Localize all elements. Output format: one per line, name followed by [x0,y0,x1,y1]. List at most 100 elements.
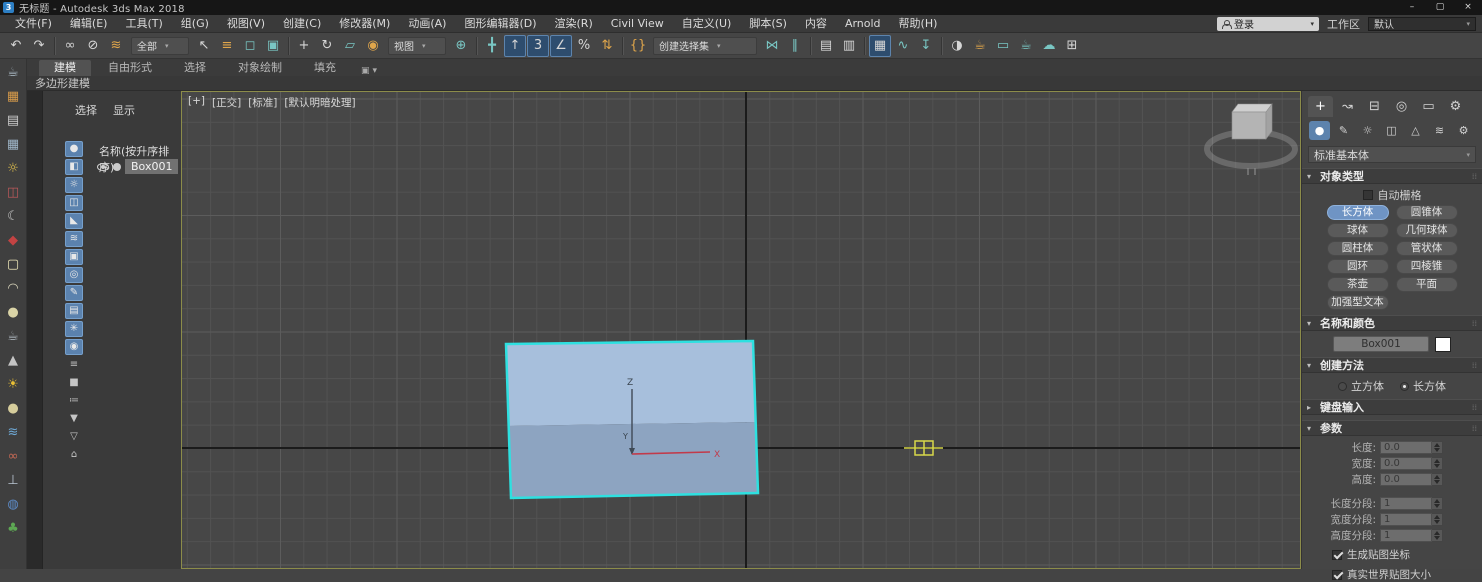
toggle-ribbon-button[interactable]: ▦ [869,35,891,57]
render-in-cloud-button[interactable]: ☁ [1038,35,1060,57]
geometry-category-dropdown[interactable]: 标准基本体 ▾ [1308,146,1476,163]
height-field[interactable]: 0.0 [1380,473,1432,486]
tab-motion[interactable]: ◎ [1389,96,1414,117]
visibility-eye-icon[interactable] [97,163,109,171]
height-segs-field[interactable]: 1 [1380,529,1432,542]
material-editor-button[interactable]: ◑ [946,35,968,57]
viewport-canvas[interactable]: Z Y X [182,92,1300,568]
viewport-menu-shading[interactable]: [默认明暗处理] [283,95,356,110]
select-and-place-button[interactable]: ◉ [362,35,384,57]
button-cone[interactable]: 圆锥体 [1396,205,1458,220]
tab-modify[interactable]: ↝ [1335,96,1360,117]
menu-create[interactable]: 创建(C) [274,15,330,32]
explorer-menu-select[interactable]: 选择 [75,102,97,118]
category-shapes[interactable]: ✎ [1333,121,1354,140]
redo-button[interactable]: ↷ [28,35,50,57]
rollout-name-and-color[interactable]: ▾ 名称和颜色 ⁞⁞ [1302,315,1482,331]
selection-filter-dropdown[interactable]: 全部 ▾ [131,37,189,55]
menu-tools[interactable]: 工具(T) [116,15,171,32]
rendered-image-icon[interactable]: ▦ [2,86,24,107]
viewport-menu-pov[interactable]: [正交] [211,95,242,110]
tab-display[interactable]: ▭ [1416,96,1441,117]
molecule-icon[interactable]: ∞ [2,446,24,467]
explorer-menu-display[interactable]: 显示 [113,102,135,118]
ribbon-overflow-button[interactable]: ▣ ▾ [353,66,385,76]
menu-arnold[interactable]: Arnold [836,15,890,32]
cone-object-icon[interactable]: ▲ [2,350,24,371]
rollout-creation-method[interactable]: ▾ 创建方法 ⁞⁞ [1302,357,1482,373]
category-lights[interactable]: ☼ [1357,121,1378,140]
display-bones-toggle[interactable]: ✎ [65,285,83,301]
viewport-menu-general[interactable]: [+] [187,95,206,110]
plant-object-icon[interactable]: ♣ [2,518,24,539]
radio-box[interactable]: 长方体 [1400,378,1446,394]
login-button[interactable]: 登录 ▾ [1217,17,1319,31]
display-lights-toggle[interactable]: ☼ [65,177,83,193]
button-teapot[interactable]: 茶壶 [1327,277,1389,292]
open-dialogs-button[interactable]: ⊞ [1061,35,1083,57]
rectangular-selection-region-button[interactable]: ◻ [239,35,261,57]
display-containers-toggle[interactable]: ▤ [65,303,83,319]
radio-icon[interactable] [1338,382,1347,391]
tab-create[interactable]: + [1308,96,1333,117]
width-spinner[interactable] [1432,457,1443,470]
width-segs-field[interactable]: 1 [1380,513,1432,526]
button-torus[interactable]: 圆环 [1327,259,1389,274]
object-color-swatch[interactable] [1435,337,1451,352]
dome-object-icon[interactable]: ◠ [2,278,24,299]
rain-particles-icon[interactable]: ≋ [2,422,24,443]
camera-clapper-icon[interactable]: ◫ [2,182,24,203]
button-pyramid[interactable]: 四棱锥 [1396,259,1458,274]
menu-content[interactable]: 内容 [796,15,836,32]
display-xrefs-toggle[interactable]: ◎ [65,267,83,283]
close-button[interactable]: × [1454,0,1482,15]
button-plane[interactable]: 平面 [1396,277,1458,292]
container-folder-button[interactable]: ⌂ [65,447,83,463]
category-cameras[interactable]: ◫ [1381,121,1402,140]
category-space-warps[interactable]: ≋ [1429,121,1450,140]
button-cylinder[interactable]: 圆柱体 [1327,241,1389,256]
generate-mapping-coords-checkbox[interactable] [1332,550,1342,560]
length-segs-field[interactable]: 1 [1380,497,1432,510]
length-field[interactable]: 0.0 [1380,441,1432,454]
button-geosphere[interactable]: 几何球体 [1396,223,1458,238]
select-by-name-button[interactable]: ≡ [216,35,238,57]
real-world-map-size-checkbox[interactable] [1332,570,1342,580]
menu-customize[interactable]: 自定义(U) [673,15,741,32]
select-and-link-button[interactable]: ∞ [59,35,81,57]
toggle-scene-explorer-button[interactable]: ▤ [815,35,837,57]
tab-utilities[interactable]: ⚙ [1443,96,1468,117]
rollout-object-type[interactable]: ▾ 对象类型 ⁞⁞ [1302,168,1482,184]
align-button[interactable]: ∥ [784,35,806,57]
ribbon-tab-populate[interactable]: 填充 [299,60,351,76]
curve-editor-button[interactable]: ∿ [892,35,914,57]
display-groups-toggle[interactable]: ▣ [65,249,83,265]
select-object-button[interactable]: ↖ [193,35,215,57]
select-and-move-button[interactable]: + [293,35,315,57]
display-visibility-toggle[interactable]: ◉ [65,339,83,355]
keyboard-shortcut-override-button[interactable]: ↑ [504,35,526,57]
button-box[interactable]: 长方体 [1327,205,1389,220]
menu-file[interactable]: 文件(F) [6,15,61,32]
button-tube[interactable]: 管状体 [1396,241,1458,256]
sort-options-button[interactable]: ≡ [65,357,83,373]
category-geometry[interactable]: ● [1309,121,1330,140]
display-geometry-toggle[interactable]: ● [65,141,83,157]
use-pivot-point-center-button[interactable]: ⊕ [450,35,472,57]
radio-cube[interactable]: 立方体 [1338,378,1384,394]
menu-help[interactable]: 帮助(H) [890,15,947,32]
snap-toggle-3d-button[interactable]: 3 [527,35,549,57]
menu-rendering[interactable]: 渲染(R) [546,15,602,32]
studio-light-icon[interactable]: ☼ [2,158,24,179]
display-fill-button[interactable]: ■ [65,375,83,391]
menu-graph-editors[interactable]: 图形编辑器(D) [455,15,545,32]
globe-object-icon[interactable]: ◍ [2,494,24,515]
width-field[interactable]: 0.0 [1380,457,1432,470]
undo-button[interactable]: ↶ [5,35,27,57]
menu-civil-view[interactable]: Civil View [602,15,673,32]
moon-sphere-icon[interactable]: ● [2,398,24,419]
menu-views[interactable]: 视图(V) [218,15,274,32]
window-crossing-toggle-button[interactable]: ▣ [262,35,284,57]
sphere-object-icon[interactable]: ● [2,302,24,323]
menu-animation[interactable]: 动画(A) [399,15,455,32]
